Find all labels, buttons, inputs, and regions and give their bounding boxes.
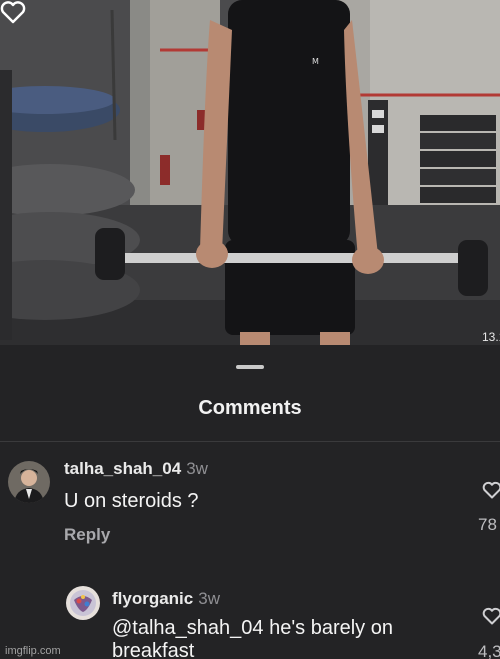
video-like-count: 13.1 [482, 330, 500, 344]
comment-username[interactable]: talha_shah_04 3w [64, 459, 208, 479]
comment-like-count: 78 [478, 515, 497, 534]
comment-like-count: 4,3 [478, 642, 500, 659]
svg-text:M: M [312, 57, 319, 66]
comment-time: 3w [198, 589, 220, 608]
reply-button[interactable]: Reply [64, 525, 110, 545]
avatar[interactable] [8, 461, 50, 503]
video-player[interactable]: M 13.1 [0, 0, 500, 345]
comments-title: Comments [198, 397, 302, 419]
comment-username-text[interactable]: talha_shah_04 [64, 459, 181, 478]
comment-text: @talha_shah_04 he's barely on breakfast [112, 617, 393, 659]
video-frame: M [0, 0, 500, 345]
avatar[interactable] [66, 586, 100, 620]
heart-icon[interactable] [0, 0, 26, 24]
heart-icon[interactable] [482, 481, 500, 499]
avatar-image [66, 586, 100, 620]
drag-handle[interactable] [236, 365, 264, 369]
divider [0, 441, 500, 442]
comment-username[interactable]: flyorganic 3w [112, 589, 220, 609]
comments-sheet: Comments talha_shah_04 3w U on steroids ?… [0, 345, 500, 659]
imgflip-watermark: imgflip.com [5, 645, 61, 657]
comment-username-text[interactable]: flyorganic [112, 589, 193, 608]
heart-icon[interactable] [482, 607, 500, 625]
comment-text: U on steroids ? [64, 490, 199, 512]
avatar-image [8, 461, 50, 503]
comment-time: 3w [186, 459, 208, 478]
